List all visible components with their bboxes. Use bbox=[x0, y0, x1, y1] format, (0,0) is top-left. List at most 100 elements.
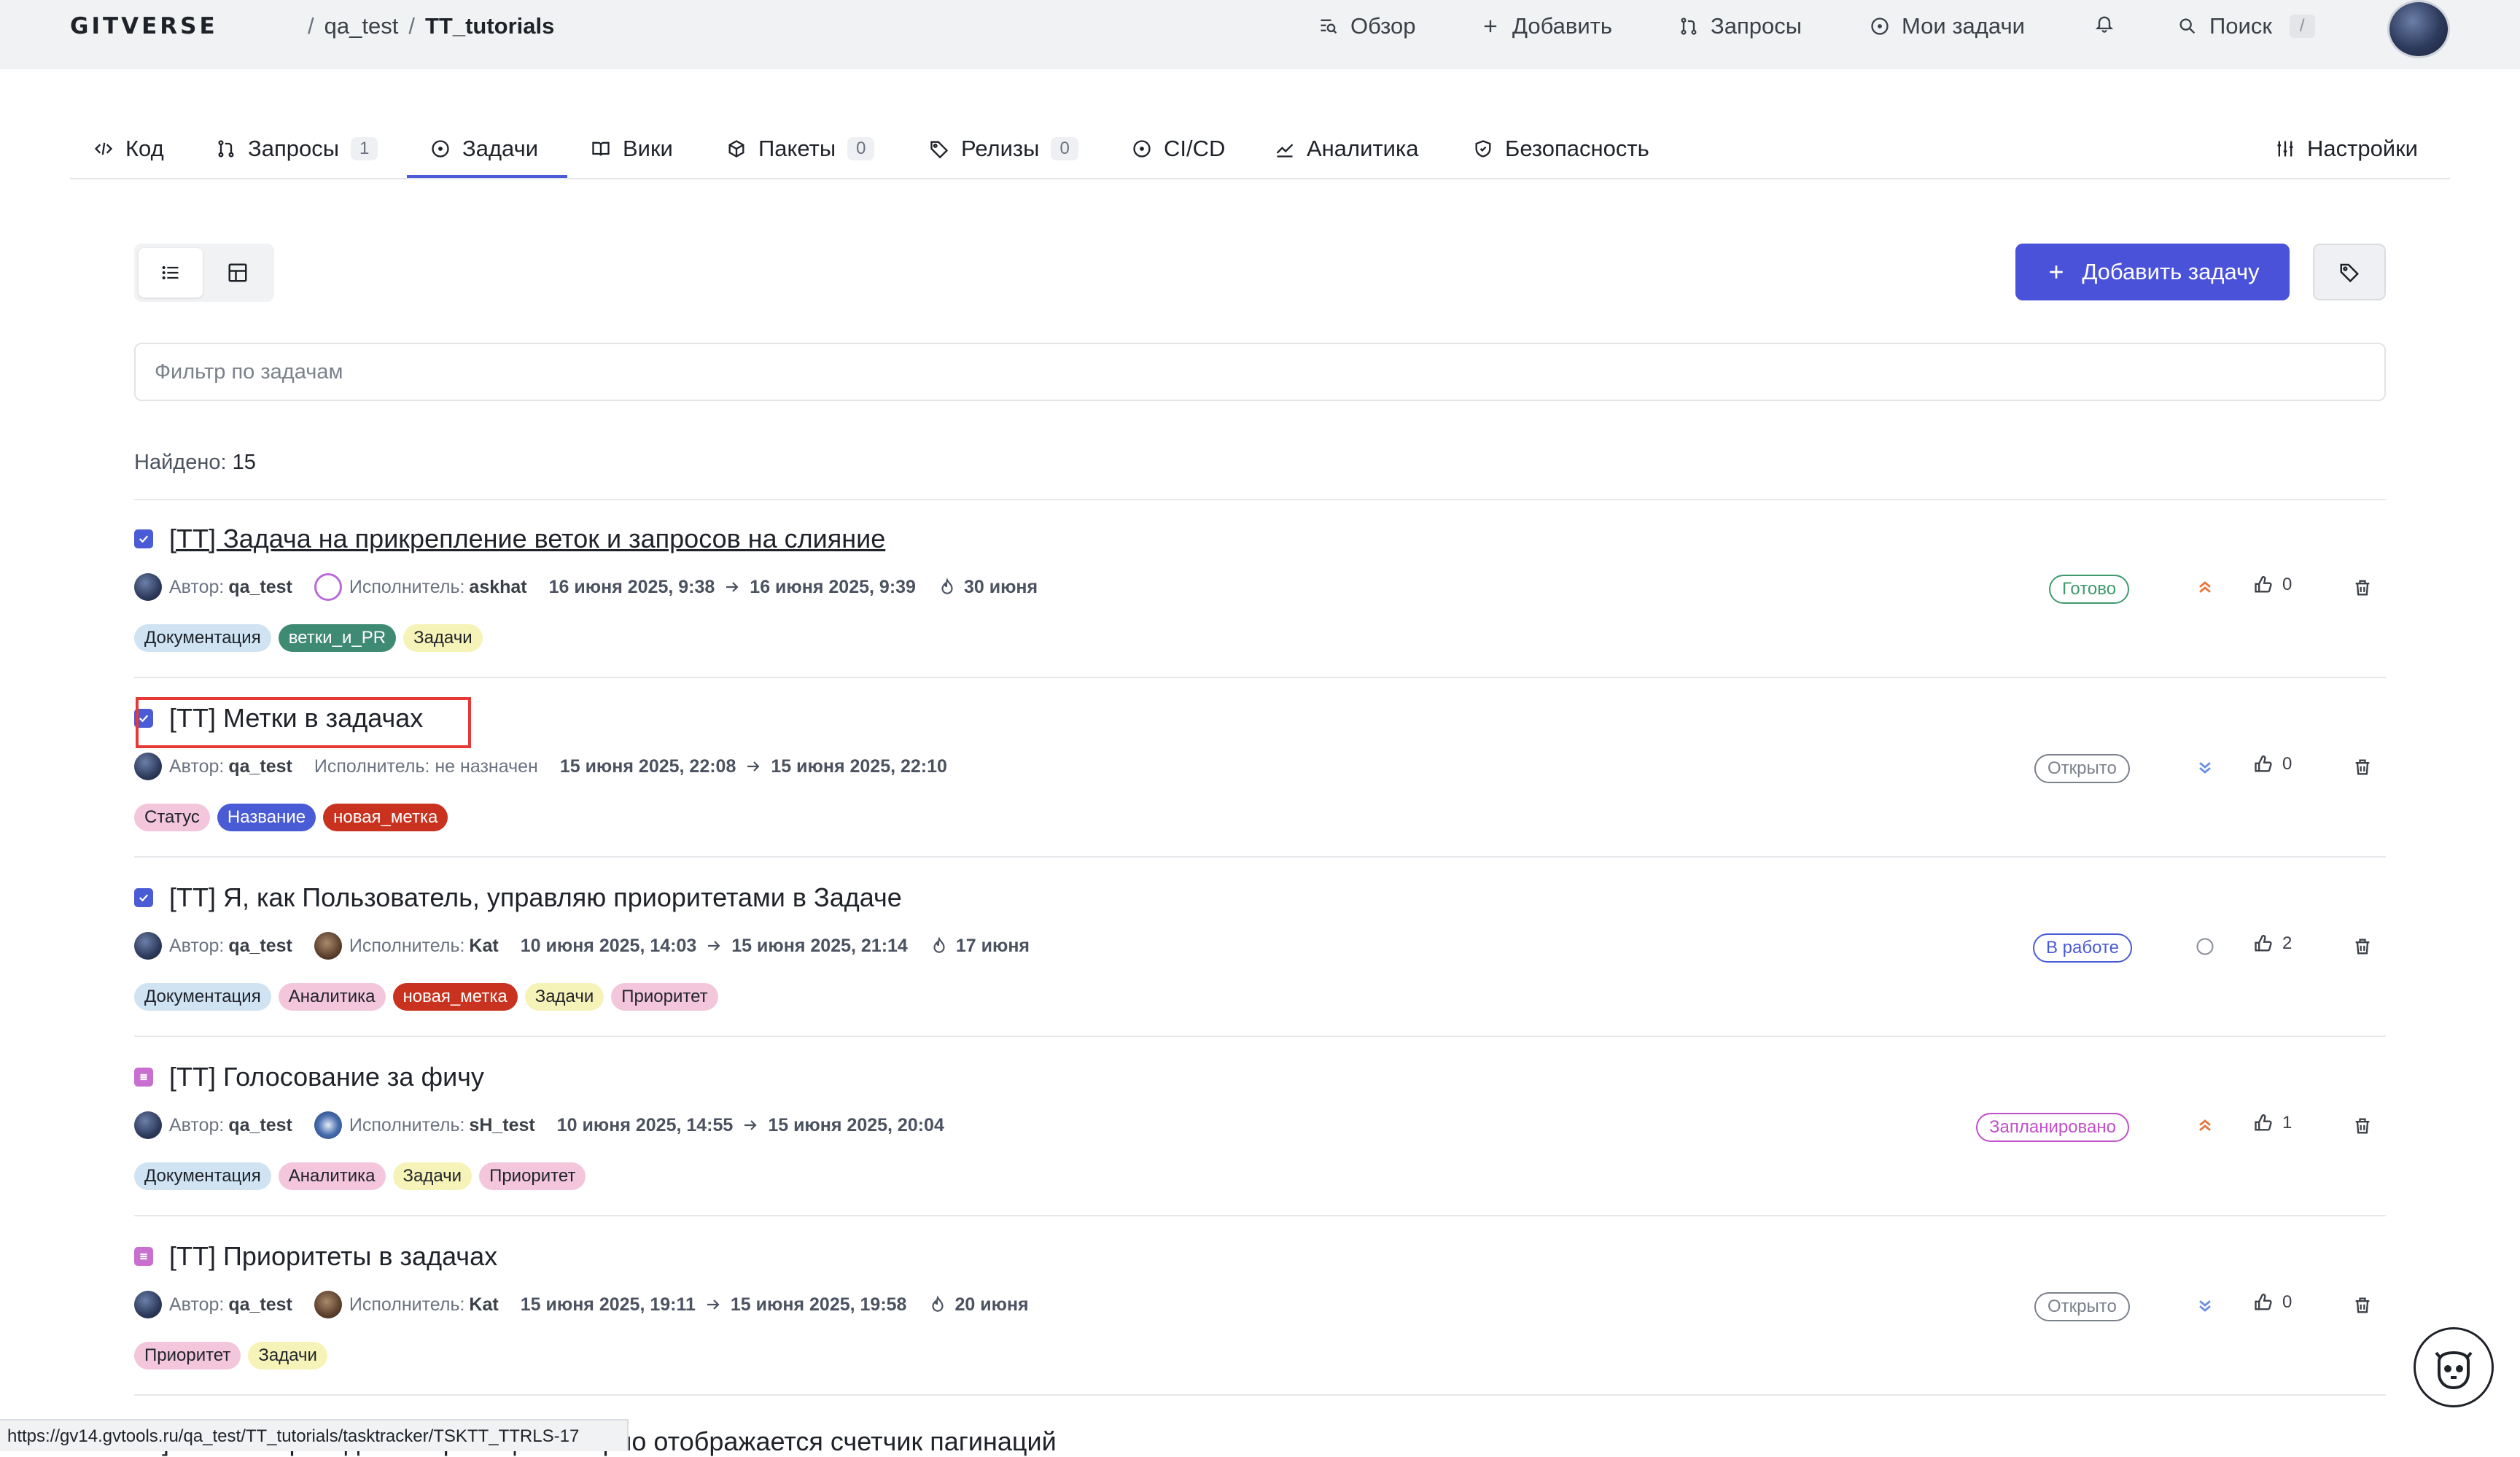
board-view-button[interactable] bbox=[206, 248, 270, 298]
author-avatar bbox=[134, 932, 162, 960]
breadcrumb-repo[interactable]: TT_tutorials bbox=[425, 13, 554, 39]
assignee-label: Исполнитель: bbox=[349, 1294, 465, 1315]
add-task-button[interactable]: Добавить задачу bbox=[2015, 244, 2290, 300]
gitverse-logo[interactable]: GITVERSE bbox=[70, 13, 218, 39]
label-chip[interactable]: Название bbox=[217, 804, 316, 831]
author-name[interactable]: qa_test bbox=[228, 1294, 292, 1316]
delete-button[interactable] bbox=[2351, 1294, 2374, 1317]
label-chip[interactable]: Задачи bbox=[248, 1342, 327, 1369]
label-chip[interactable]: ветки_и_PR bbox=[278, 624, 397, 652]
arrow-right-icon bbox=[744, 758, 762, 775]
repo-tabs: Код Запросы 1 Задачи Вики Пакеты 0 Релиз… bbox=[70, 123, 2450, 179]
delete-button[interactable] bbox=[2351, 576, 2374, 599]
nav-overview[interactable]: Обзор bbox=[1318, 13, 1416, 39]
link-hover-url: https://gv14.gvtools.ru/qa_test/TT_tutor… bbox=[0, 1419, 629, 1451]
breadcrumb-sep: / bbox=[308, 13, 314, 39]
assignee-name[interactable]: Kat bbox=[469, 1294, 498, 1316]
list-view-button[interactable] bbox=[139, 248, 203, 298]
tab-requests[interactable]: Запросы 1 bbox=[216, 136, 378, 162]
likes[interactable]: 0 bbox=[2253, 1292, 2292, 1313]
priority-high-icon[interactable] bbox=[2193, 576, 2217, 599]
status-badge[interactable]: Готово bbox=[2049, 575, 2130, 604]
likes[interactable]: 0 bbox=[2253, 575, 2292, 595]
tab-security[interactable]: Безопасность bbox=[1473, 136, 1649, 162]
label-chip[interactable]: Приоритет bbox=[134, 1342, 241, 1369]
delete-button[interactable] bbox=[2351, 755, 2374, 779]
tab-packages[interactable]: Пакеты 0 bbox=[726, 136, 875, 162]
label-chip[interactable]: Документация bbox=[134, 983, 271, 1011]
delete-button[interactable] bbox=[2351, 935, 2374, 958]
label-chip[interactable]: новая_метка bbox=[392, 983, 518, 1011]
mascot-icon[interactable] bbox=[2414, 1327, 2494, 1407]
tab-label: Настройки bbox=[2307, 136, 2419, 161]
label-chip[interactable]: Документация bbox=[134, 624, 271, 652]
delete-button[interactable] bbox=[2351, 1114, 2374, 1138]
due-date: 17 июня bbox=[930, 936, 1030, 957]
author-name[interactable]: qa_test bbox=[228, 756, 292, 777]
task-filter-input[interactable] bbox=[134, 343, 2386, 401]
tab-releases[interactable]: Релизы 0 bbox=[929, 136, 1078, 162]
priority-none-icon[interactable] bbox=[2193, 935, 2217, 958]
end-date: 15 июня 2025, 21:14 bbox=[731, 935, 908, 956]
tab-analytics[interactable]: Аналитика bbox=[1275, 136, 1418, 162]
likes[interactable]: 1 bbox=[2253, 1113, 2292, 1133]
tab-tasks[interactable]: Задачи bbox=[430, 136, 538, 162]
issue-meta: Автор: qa_test Исполнитель: Kat 15 июня 2025… bbox=[134, 1291, 1029, 1318]
assignee-name[interactable]: Kat bbox=[469, 936, 498, 957]
likes[interactable]: 0 bbox=[2253, 754, 2292, 774]
issue-title[interactable]: [TT] Приоритеты в задачах bbox=[169, 1241, 497, 1272]
issue-title[interactable]: [TT] Голосование за фичу bbox=[169, 1062, 484, 1092]
breadcrumb-owner[interactable]: qa_test bbox=[324, 13, 399, 39]
tab-label: Релизы bbox=[961, 136, 1040, 161]
author-label: Автор: bbox=[169, 576, 225, 597]
user-avatar[interactable] bbox=[2387, 0, 2450, 58]
due-flame-icon bbox=[928, 1295, 947, 1314]
label-chip[interactable]: Задачи bbox=[524, 983, 604, 1011]
label-chip[interactable]: Задачи bbox=[392, 1162, 472, 1190]
nav-overview-label: Обзор bbox=[1350, 13, 1416, 39]
priority-low-icon[interactable] bbox=[2193, 1294, 2217, 1317]
author-name[interactable]: qa_test bbox=[228, 1115, 292, 1136]
labels-button[interactable] bbox=[2313, 244, 2386, 300]
trash-icon bbox=[2352, 1116, 2373, 1136]
label-chip[interactable]: Статус bbox=[134, 804, 210, 831]
author-name[interactable]: qa_test bbox=[228, 577, 292, 598]
arrow-right-icon bbox=[705, 937, 723, 955]
status-badge[interactable]: В работе bbox=[2033, 933, 2133, 963]
label-chip[interactable]: новая_метка bbox=[323, 804, 448, 831]
assignee-name[interactable]: sH_test bbox=[469, 1115, 534, 1136]
label-chip[interactable]: Документация bbox=[134, 1162, 271, 1190]
issue-meta: Автор: qa_test Исполнитель: не назначен 15 … bbox=[134, 753, 947, 780]
start-date: 15 июня 2025, 22:08 bbox=[559, 755, 736, 777]
nav-my-tasks[interactable]: Мои задачи bbox=[1870, 13, 2025, 39]
label-chip[interactable]: Задачи bbox=[403, 624, 483, 652]
tab-label: Код bbox=[125, 136, 164, 161]
nav-add[interactable]: Добавить bbox=[1480, 13, 1612, 39]
issue-title-row: [TT] Я, как Пользователь, управляю приор… bbox=[134, 882, 902, 913]
divider bbox=[134, 1394, 2386, 1396]
likes-count: 0 bbox=[2282, 575, 2292, 594]
assignee-name[interactable]: askhat bbox=[469, 577, 526, 598]
label-chip[interactable]: Приоритет bbox=[479, 1162, 586, 1190]
tab-code[interactable]: Код bbox=[93, 136, 164, 162]
view-toggle bbox=[134, 244, 274, 302]
label-chip[interactable]: Приоритет bbox=[611, 983, 718, 1011]
likes[interactable]: 2 bbox=[2253, 933, 2292, 954]
tab-cicd[interactable]: CI/CD bbox=[1132, 136, 1225, 162]
breadcrumb: / qa_test / TT_tutorials bbox=[298, 13, 554, 39]
tab-wiki[interactable]: Вики bbox=[591, 136, 673, 162]
search-button[interactable]: Поиск / bbox=[2177, 13, 2315, 39]
author-name[interactable]: qa_test bbox=[228, 936, 292, 957]
notifications-button[interactable] bbox=[2094, 13, 2115, 34]
nav-requests[interactable]: Запросы bbox=[1679, 13, 1802, 39]
tab-settings[interactable]: Настройки bbox=[2275, 136, 2418, 162]
priority-high-icon[interactable] bbox=[2193, 1114, 2217, 1138]
label-chip[interactable]: Аналитика bbox=[278, 983, 386, 1011]
status-badge[interactable]: Запланировано bbox=[1976, 1113, 2129, 1142]
status-badge[interactable]: Открыто bbox=[2034, 754, 2130, 783]
status-badge[interactable]: Открыто bbox=[2034, 1292, 2130, 1321]
issue-title[interactable]: [TT] Я, как Пользователь, управляю приор… bbox=[169, 882, 902, 913]
label-chip[interactable]: Аналитика bbox=[278, 1162, 386, 1190]
issue-title[interactable]: [TT] Задача на прикрепление веток и запр… bbox=[169, 524, 885, 554]
priority-low-icon[interactable] bbox=[2193, 755, 2217, 779]
